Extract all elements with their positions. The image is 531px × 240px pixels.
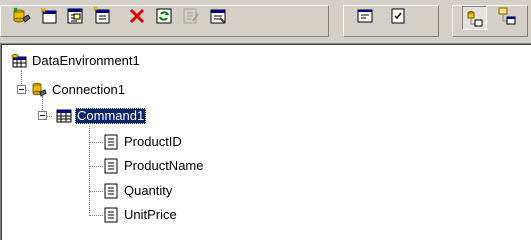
tree-node-label: Connection1 xyxy=(52,82,125,97)
tree-node-field[interactable]: ProductID xyxy=(103,133,184,151)
tree-node-data-environment[interactable]: DataEnvironment1 xyxy=(11,52,142,70)
add-child-command-icon xyxy=(67,8,83,24)
connection-icon xyxy=(32,82,47,97)
data-environment-tree: DataEnvironment1 Connection1 Command1 Pr… xyxy=(0,43,531,240)
insert-procedures-icon xyxy=(93,6,110,24)
options-icon xyxy=(391,8,405,24)
tree-line xyxy=(89,166,103,167)
insert-stored-procedures-button[interactable] xyxy=(90,5,114,27)
tree-node-connection[interactable]: Connection1 xyxy=(31,81,127,99)
tree-node-label: Command1 xyxy=(75,108,147,124)
field-icon xyxy=(104,134,118,150)
tree-line xyxy=(89,215,103,216)
view-code-icon xyxy=(357,9,373,23)
command-icon xyxy=(56,109,72,123)
arrange-by-objects-icon xyxy=(498,7,516,25)
add-command-button[interactable] xyxy=(37,5,61,27)
tree-node-label: UnitPrice xyxy=(124,207,177,222)
properties-button[interactable] xyxy=(206,5,230,27)
arrange-by-connections-icon xyxy=(467,11,482,27)
tree-node-field[interactable]: UnitPrice xyxy=(103,206,179,224)
field-icon xyxy=(104,183,118,199)
design-icon xyxy=(183,8,199,24)
tree-node-label: DataEnvironment1 xyxy=(32,53,140,68)
options-button[interactable] xyxy=(386,5,410,27)
field-icon xyxy=(104,207,118,223)
properties-icon xyxy=(210,9,226,24)
delete-button[interactable] xyxy=(125,5,149,27)
tree-line xyxy=(89,126,90,213)
arrange-by-connections-button[interactable] xyxy=(462,6,487,30)
tree-node-field[interactable]: ProductName xyxy=(103,157,205,175)
toolbar xyxy=(0,0,531,42)
add-child-command-button[interactable] xyxy=(63,5,87,27)
refresh-icon xyxy=(156,8,172,24)
data-environment-icon xyxy=(11,54,27,68)
field-icon xyxy=(104,158,118,174)
tree-line xyxy=(89,142,103,143)
tree-line xyxy=(89,191,103,192)
add-connection-button[interactable] xyxy=(10,5,34,27)
arrange-by-objects-button[interactable] xyxy=(495,5,519,27)
add-connection-icon xyxy=(13,7,31,23)
tree-node-label: ProductName xyxy=(124,158,204,173)
tree-node-command[interactable]: Command1 xyxy=(56,107,147,125)
add-command-icon xyxy=(40,7,57,24)
collapse-connection-toggle[interactable] xyxy=(17,85,26,94)
view-code-button[interactable] xyxy=(353,5,377,27)
collapse-command-toggle[interactable] xyxy=(38,111,47,120)
refresh-button[interactable] xyxy=(152,5,176,27)
design-button[interactable] xyxy=(179,5,203,27)
delete-icon xyxy=(129,8,145,24)
tree-node-field[interactable]: Quantity xyxy=(103,182,174,200)
tree-node-label: ProductID xyxy=(124,134,182,149)
tree-node-label: Quantity xyxy=(124,183,173,198)
